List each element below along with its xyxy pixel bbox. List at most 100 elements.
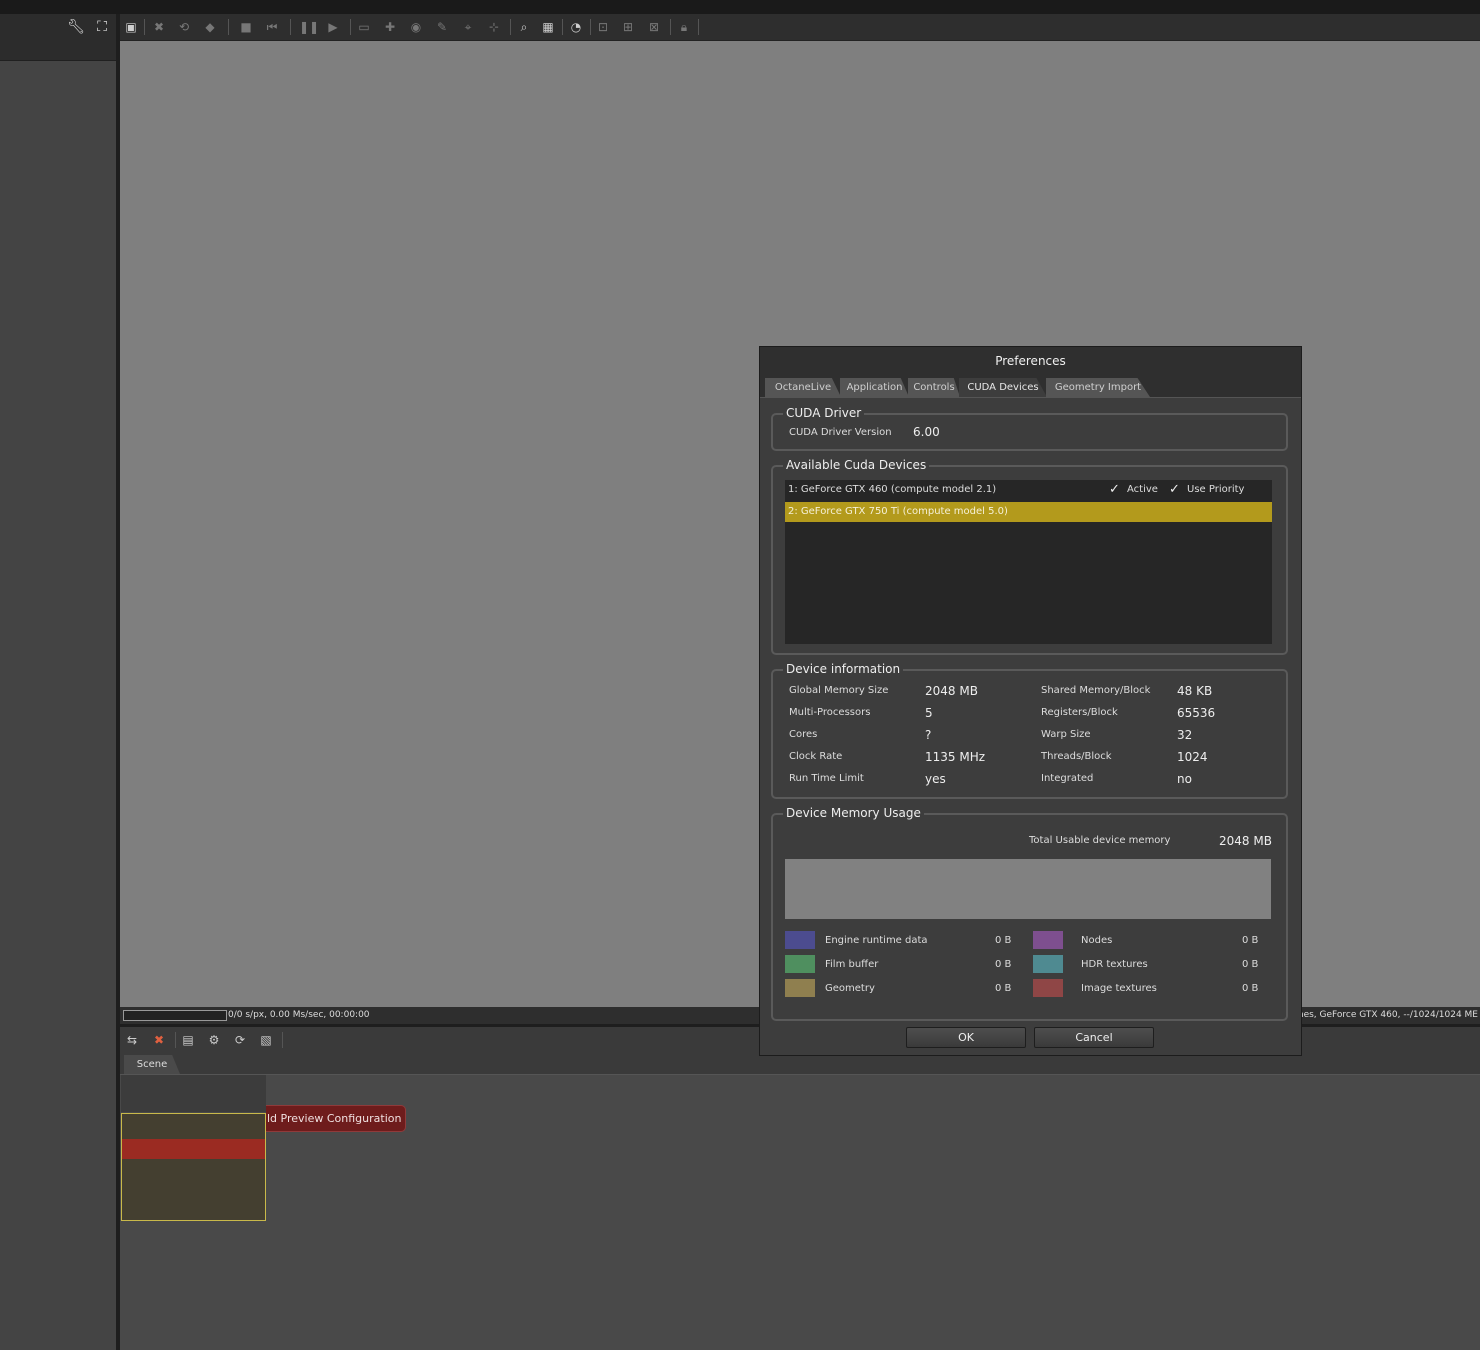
device-information-group: Device information Global Memory Size 20… bbox=[771, 662, 1288, 799]
multiprocessors-label: Multi-Processors bbox=[789, 707, 871, 718]
tab-geometry-import[interactable]: Geometry Import bbox=[1046, 378, 1150, 397]
clear-icon[interactable]: ⊠ bbox=[646, 19, 662, 35]
toolbar-separator bbox=[698, 19, 699, 35]
total-memory-label: Total Usable device memory bbox=[1029, 835, 1171, 846]
preferences-dialog: Preferences OctaneLive Application Contr… bbox=[759, 346, 1302, 1056]
device-status: Meshes, GeForce GTX 460, --/1024/1024 ME bbox=[1279, 1010, 1478, 1020]
autofocus-icon[interactable]: ✚ bbox=[382, 19, 398, 35]
pause-icon[interactable]: ❚❚ bbox=[299, 19, 319, 35]
zoom-icon[interactable]: ⌕ bbox=[516, 19, 532, 35]
nodes-swatch bbox=[1033, 931, 1063, 949]
preview-configuration-node[interactable]: ld Preview Configuration bbox=[266, 1105, 406, 1132]
snapshot-icon[interactable]: ⊞ bbox=[620, 19, 636, 35]
grid-icon[interactable]: ▦ bbox=[540, 19, 556, 35]
group-title: Device Memory Usage bbox=[783, 806, 924, 820]
ok-button[interactable]: OK bbox=[906, 1027, 1026, 1048]
selected-node[interactable] bbox=[121, 1113, 266, 1221]
wrench-icon[interactable]: 🔧︎ bbox=[67, 18, 85, 36]
engine-runtime-value: 0 B bbox=[995, 935, 1012, 946]
clock-rate-value: 1135 MHz bbox=[925, 750, 986, 764]
tab-scene[interactable]: Scene bbox=[124, 1055, 180, 1074]
device-row-selected[interactable]: 2: GeForce GTX 750 Ti (compute model 5.0… bbox=[785, 502, 1272, 522]
script-icon[interactable]: ⚙ bbox=[206, 1032, 222, 1048]
cancel-render-icon[interactable]: ✖ bbox=[151, 19, 167, 35]
warp-size-value: 32 bbox=[1177, 728, 1193, 742]
runtime-limit-value: yes bbox=[925, 772, 946, 786]
cores-label: Cores bbox=[789, 729, 818, 740]
hdr-textures-swatch bbox=[1033, 955, 1063, 973]
runtime-limit-label: Run Time Limit bbox=[789, 773, 864, 784]
cuda-driver-group: CUDA Driver CUDA Driver Version 6.00 bbox=[771, 406, 1288, 451]
load-icon[interactable]: ⇆ bbox=[124, 1032, 140, 1048]
image-textures-swatch bbox=[1033, 979, 1063, 997]
rewind-icon[interactable]: ⏮ bbox=[264, 19, 280, 35]
geometry-swatch bbox=[785, 979, 815, 997]
render-progress-bar bbox=[123, 1010, 227, 1021]
multiprocessors-value: 5 bbox=[925, 706, 933, 720]
threads-value: 1024 bbox=[1177, 750, 1208, 764]
sidebar-header: 🔧︎ ⛶ bbox=[0, 14, 116, 61]
engine-runtime-label: Engine runtime data bbox=[825, 935, 928, 946]
region-render-icon[interactable]: ▭ bbox=[356, 19, 372, 35]
tab-octanelive[interactable]: OctaneLive bbox=[765, 378, 841, 397]
driver-version-value: 6.00 bbox=[913, 425, 940, 439]
image-textures-label: Image textures bbox=[1081, 983, 1157, 994]
graph-settings-icon[interactable]: ▧ bbox=[258, 1032, 274, 1048]
pick-focus-icon[interactable]: ⌖ bbox=[460, 19, 476, 35]
save-render-icon[interactable]: ▣ bbox=[123, 19, 139, 35]
global-memory-value: 2048 MB bbox=[925, 684, 978, 698]
node-label: ld Preview Configuration bbox=[267, 1112, 402, 1125]
toolbar-separator bbox=[282, 1032, 283, 1048]
device-list[interactable]: 1: GeForce GTX 460 (compute model 2.1) ✓… bbox=[785, 480, 1272, 644]
left-sidebar: 🔧︎ ⛶ bbox=[0, 14, 116, 1350]
shared-memory-value: 48 KB bbox=[1177, 684, 1213, 698]
tab-cuda-devices[interactable]: CUDA Devices bbox=[959, 378, 1047, 397]
play-icon[interactable]: ▶ bbox=[325, 19, 341, 35]
film-buffer-swatch bbox=[785, 955, 815, 973]
fullscreen-icon[interactable]: ⛶ bbox=[93, 18, 111, 36]
top-bar bbox=[0, 0, 1480, 15]
device-name: 1: GeForce GTX 460 (compute model 2.1) bbox=[788, 484, 997, 495]
global-memory-label: Global Memory Size bbox=[789, 685, 889, 696]
active-label: Active bbox=[1127, 484, 1158, 495]
use-priority-label: Use Priority bbox=[1187, 484, 1245, 495]
node-graph-editor[interactable]: ld Preview Configuration bbox=[120, 1075, 1480, 1350]
use-priority-checkbox[interactable]: ✓ bbox=[1169, 483, 1182, 496]
registers-label: Registers/Block bbox=[1041, 707, 1118, 718]
delete-node-icon[interactable]: ✖ bbox=[151, 1032, 167, 1048]
stop-icon[interactable]: ■ bbox=[238, 19, 254, 35]
refresh-icon[interactable]: ⟳ bbox=[232, 1032, 248, 1048]
node-preview-header bbox=[121, 1075, 266, 1112]
pick-material-icon[interactable]: ✎ bbox=[434, 19, 450, 35]
cores-value: ? bbox=[925, 728, 932, 742]
group-title: CUDA Driver bbox=[783, 406, 865, 420]
render-stats: 0/0 s/px, 0.00 Ms/sec, 00:00:00 bbox=[228, 1010, 370, 1020]
scene-tab-row: Scene bbox=[120, 1053, 1480, 1075]
group-title: Available Cuda Devices bbox=[783, 458, 930, 472]
gauge-icon[interactable]: ◔ bbox=[568, 19, 584, 35]
active-checkbox[interactable]: ✓ bbox=[1109, 483, 1122, 496]
device-name: 2: GeForce GTX 750 Ti (compute model 5.0… bbox=[788, 506, 1008, 517]
pick-object-icon[interactable]: ⊹ bbox=[486, 19, 502, 35]
restart-render-icon[interactable]: ⟲ bbox=[176, 19, 192, 35]
integrated-value: no bbox=[1177, 772, 1192, 786]
nodes-value: 0 B bbox=[1242, 935, 1259, 946]
hdr-textures-label: HDR textures bbox=[1081, 959, 1148, 970]
toolbar-separator bbox=[590, 19, 591, 35]
toolbar-separator bbox=[290, 19, 291, 35]
clock-rate-label: Clock Rate bbox=[789, 751, 843, 762]
total-memory-value: 2048 MB bbox=[1219, 834, 1272, 848]
cancel-button[interactable]: Cancel bbox=[1034, 1027, 1154, 1048]
lock-viewport-icon[interactable]: ⊡ bbox=[595, 19, 611, 35]
device-row[interactable]: 1: GeForce GTX 460 (compute model 2.1) ✓… bbox=[785, 480, 1272, 500]
threads-label: Threads/Block bbox=[1041, 751, 1112, 762]
white-balance-icon[interactable]: ◉ bbox=[408, 19, 424, 35]
tab-controls[interactable]: Controls bbox=[908, 378, 960, 397]
nodes-label: Nodes bbox=[1081, 935, 1113, 946]
material-icon[interactable]: ◆ bbox=[202, 19, 218, 35]
image-textures-value: 0 B bbox=[1242, 983, 1259, 994]
dialog-tab-bar: OctaneLive Application Controls CUDA Dev… bbox=[760, 375, 1301, 398]
padlock-icon[interactable]: 🔒︎ bbox=[676, 19, 692, 35]
tab-application[interactable]: Application bbox=[840, 378, 909, 397]
save-icon[interactable]: ▤ bbox=[180, 1032, 196, 1048]
